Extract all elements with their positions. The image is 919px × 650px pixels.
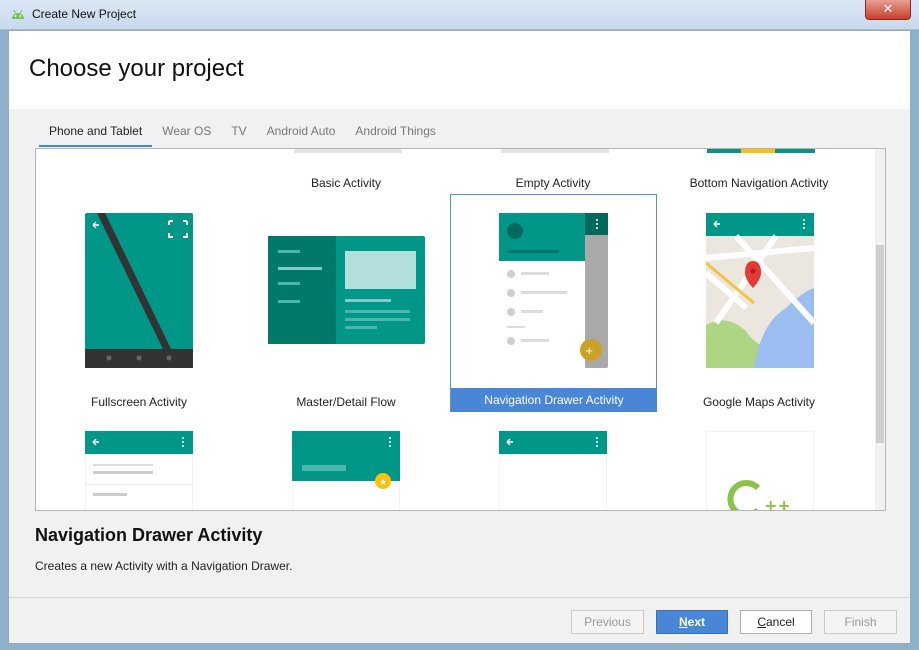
tab-tv[interactable]: TV bbox=[221, 121, 256, 147]
svg-text:+: + bbox=[585, 346, 593, 357]
template-label-fullscreen-activity[interactable]: Fullscreen Activity bbox=[36, 395, 242, 409]
tab-android-auto[interactable]: Android Auto bbox=[257, 121, 346, 147]
close-window-button[interactable]: ✕ bbox=[865, 0, 911, 20]
gallery-scrollbar-thumb[interactable] bbox=[876, 245, 884, 443]
form-factor-tabs: Phone and Tablet Wear OS TV Android Auto… bbox=[39, 121, 446, 147]
master-detail-flow-thumbnail[interactable] bbox=[268, 236, 425, 344]
tabbed-template-thumbnail[interactable] bbox=[499, 431, 607, 511]
cancel-mnemonic: C bbox=[757, 615, 766, 629]
next-label-rest: ext bbox=[687, 615, 705, 629]
next-button[interactable]: Next bbox=[656, 610, 728, 634]
next-mnemonic: N bbox=[678, 615, 688, 629]
window-titlebar: Create New Project ✕ bbox=[0, 0, 919, 30]
previous-button[interactable]: Previous bbox=[571, 610, 644, 634]
gallery-scrollbar[interactable] bbox=[875, 149, 885, 510]
native-cpp-template-thumbnail[interactable]: ++ bbox=[706, 431, 814, 511]
cancel-button[interactable]: Cancel bbox=[740, 610, 812, 634]
finish-button[interactable]: Finish bbox=[824, 610, 897, 634]
template-gallery[interactable]: Basic Activity Empty Activity Bottom Nav… bbox=[35, 148, 886, 511]
template-detail-title: Navigation Drawer Activity bbox=[35, 525, 263, 545]
svg-text:★: ★ bbox=[379, 478, 387, 488]
dialog-footer: Previous Next Cancel Finish bbox=[9, 597, 910, 643]
svg-text:++: ++ bbox=[764, 496, 791, 511]
scrolling-template-thumbnail[interactable]: ★ bbox=[292, 431, 400, 511]
android-studio-icon bbox=[12, 9, 24, 19]
dialog-header: Choose your project bbox=[9, 31, 910, 109]
list-template-thumbnail[interactable] bbox=[85, 431, 193, 511]
template-label-google-maps-activity[interactable]: Google Maps Activity bbox=[656, 395, 862, 409]
template-detail-description: Creates a new Activity with a Navigation… bbox=[35, 559, 293, 573]
tab-wear-os[interactable]: Wear OS bbox=[152, 121, 221, 147]
page-title: Choose your project bbox=[29, 55, 244, 82]
template-label-empty-activity[interactable]: Empty Activity bbox=[450, 176, 656, 190]
fullscreen-activity-thumbnail[interactable] bbox=[85, 213, 193, 368]
template-label-navigation-drawer-activity[interactable]: Navigation Drawer Activity bbox=[451, 388, 657, 412]
window-title: Create New Project bbox=[32, 7, 137, 21]
template-label-bottom-navigation-activity[interactable]: Bottom Navigation Activity bbox=[656, 176, 862, 190]
previous-row-thumbnails bbox=[294, 149, 815, 153]
navigation-drawer-activity-thumbnail[interactable]: + bbox=[499, 213, 608, 368]
create-project-dialog: Choose your project Phone and Tablet Wea… bbox=[8, 30, 911, 644]
tab-android-things[interactable]: Android Things bbox=[345, 121, 446, 147]
tab-phone-and-tablet[interactable]: Phone and Tablet bbox=[39, 121, 153, 147]
google-maps-activity-thumbnail[interactable] bbox=[706, 213, 814, 368]
cancel-label-rest: ancel bbox=[765, 615, 795, 629]
template-label-master-detail-flow[interactable]: Master/Detail Flow bbox=[243, 395, 449, 409]
template-label-basic-activity[interactable]: Basic Activity bbox=[243, 176, 449, 190]
